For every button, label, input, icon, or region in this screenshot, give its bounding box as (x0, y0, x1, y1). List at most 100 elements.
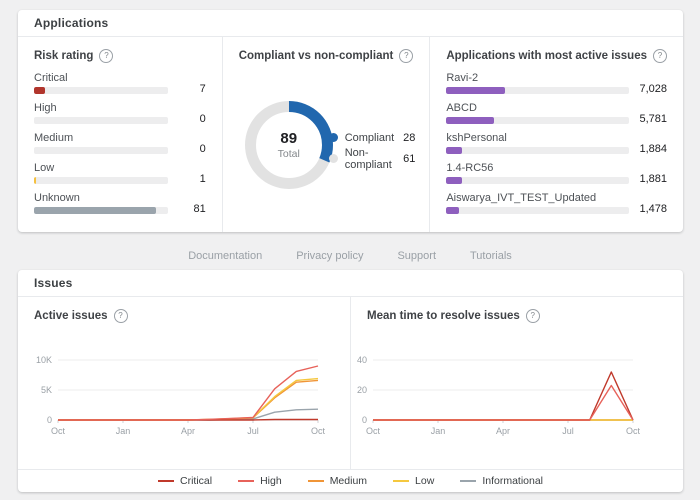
app-value: 1,478 (629, 203, 667, 215)
active-issues-title: Active issues (34, 310, 108, 322)
applications-card: Applications Risk rating ? Critical 7 Hi… (18, 10, 683, 232)
legend-value: 61 (403, 153, 415, 165)
svg-text:Jul: Jul (562, 426, 574, 436)
svg-text:Jul: Jul (247, 426, 259, 436)
active-issues-header: Active issues ? (34, 309, 334, 323)
footer-link-support[interactable]: Support (397, 250, 436, 262)
top-apps-panel: Applications with most active issues ? R… (429, 37, 683, 232)
app-bar (446, 117, 494, 124)
svg-text:Oct: Oct (366, 426, 381, 436)
risk-value: 7 (168, 83, 206, 95)
top-apps-title: Applications with most active issues (446, 50, 647, 62)
help-icon[interactable]: ? (99, 49, 113, 63)
applications-section-title: Applications (18, 10, 683, 37)
mean-time-chart: 0 20 40 Oct Jan Apr Jul Oct (341, 349, 665, 447)
issues-card: Issues Active issues ? 05K10KOctJanAprJu… (18, 270, 683, 492)
mean-time-panel: Mean time to resolve issues ? 0 20 40 Oct Ja… (350, 297, 682, 469)
app-label: ABCD (446, 102, 629, 114)
legend-item-low[interactable]: Low (393, 475, 434, 487)
compliance-header: Compliant vs non-compliant ? (239, 49, 414, 63)
mean-time-header: Mean time to resolve issues ? (367, 309, 666, 323)
bar-track (446, 87, 629, 94)
svg-text:Apr: Apr (496, 426, 510, 436)
risk-bar-critical (34, 87, 45, 94)
svg-text:0: 0 (362, 415, 367, 425)
bar-track (446, 147, 629, 154)
app-label: Ravi-2 (446, 72, 629, 84)
app-value: 5,781 (629, 113, 667, 125)
legend-label: Non-compliant (345, 147, 396, 171)
legend-label: Medium (330, 475, 367, 487)
svg-text:5K: 5K (41, 385, 52, 395)
risk-row-critical: Critical 7 (34, 72, 206, 94)
legend-item-non-compliant[interactable]: Non-compliant 61 (329, 148, 416, 169)
legend-item-critical[interactable]: Critical (158, 475, 212, 487)
legend-item-informational[interactable]: Informational (460, 475, 543, 487)
legend-value: 28 (403, 132, 415, 144)
app-bar (446, 147, 462, 154)
svg-text:Jan: Jan (116, 426, 131, 436)
legend-swatch-informational (460, 480, 476, 482)
risk-rating-title: Risk rating (34, 50, 93, 62)
risk-bar-low (34, 177, 36, 184)
svg-text:0: 0 (47, 415, 52, 425)
risk-value: 0 (168, 113, 206, 125)
bar-track (446, 177, 629, 184)
compliance-panel: Compliant vs non-compliant ? 89 Total Co… (222, 37, 430, 232)
app-row: kshPersonal 1,884 (446, 132, 667, 154)
help-icon[interactable]: ? (114, 309, 128, 323)
app-bar (446, 87, 504, 94)
risk-row-low: Low 1 (34, 162, 206, 184)
app-value: 7,028 (629, 83, 667, 95)
app-row: Ravi-2 7,028 (446, 72, 667, 94)
risk-value: 81 (168, 203, 206, 215)
compliant-dot-icon (329, 133, 338, 142)
legend-swatch-high (238, 480, 254, 482)
compliance-legend: Compliant 28 Non-compliant 61 (329, 127, 416, 169)
app-value: 1,884 (629, 143, 667, 155)
legend-item-high[interactable]: High (238, 475, 282, 487)
help-icon[interactable]: ? (399, 49, 413, 63)
svg-text:Jan: Jan (431, 426, 446, 436)
svg-text:Apr: Apr (181, 426, 195, 436)
issues-legend: Critical High Medium Low Informational (18, 469, 683, 492)
app-label: Aiswarya_IVT_TEST_Updated (446, 192, 629, 204)
risk-label: Medium (34, 132, 168, 144)
legend-item-compliant[interactable]: Compliant 28 (329, 127, 416, 148)
issues-body: Active issues ? 05K10KOctJanAprJulOct Me… (18, 297, 683, 469)
donut-center: 89 Total (245, 101, 333, 189)
app-label: 1.4-RC56 (446, 162, 629, 174)
help-icon[interactable]: ? (526, 309, 540, 323)
legend-label: Low (415, 475, 434, 487)
legend-swatch-critical (158, 480, 174, 482)
risk-rating-header: Risk rating ? (34, 49, 206, 63)
applications-body: Risk rating ? Critical 7 High 0 Mediu (18, 37, 683, 232)
risk-row-high: High 0 (34, 102, 206, 124)
active-issues-panel: Active issues ? 05K10KOctJanAprJulOct (18, 297, 350, 469)
svg-text:Oct: Oct (626, 426, 641, 436)
app-bar (446, 207, 458, 214)
compliance-title: Compliant vs non-compliant (239, 50, 394, 62)
legend-swatch-medium (308, 480, 324, 482)
risk-label: Unknown (34, 192, 168, 204)
app-value: 1,881 (629, 173, 667, 185)
risk-bar-unknown (34, 207, 156, 214)
footer-link-tutorials[interactable]: Tutorials (470, 250, 512, 262)
bar-track (34, 87, 168, 94)
legend-label: Critical (180, 475, 212, 487)
svg-text:40: 40 (357, 355, 367, 365)
svg-text:Oct: Oct (51, 426, 66, 436)
app-row: Aiswarya_IVT_TEST_Updated 1,478 (446, 192, 667, 214)
mean-time-title: Mean time to resolve issues (367, 310, 520, 322)
legend-swatch-low (393, 480, 409, 482)
bar-track (34, 147, 168, 154)
footer-link-documentation[interactable]: Documentation (188, 250, 262, 262)
footer-link-privacy-policy[interactable]: Privacy policy (296, 250, 363, 262)
footer-links: Documentation Privacy policy Support Tutori… (0, 246, 700, 264)
help-icon[interactable]: ? (653, 49, 667, 63)
risk-label: Critical (34, 72, 168, 84)
bar-track (446, 117, 629, 124)
svg-text:20: 20 (357, 385, 367, 395)
active-issues-chart: 05K10KOctJanAprJulOct (26, 349, 350, 447)
legend-item-medium[interactable]: Medium (308, 475, 367, 487)
